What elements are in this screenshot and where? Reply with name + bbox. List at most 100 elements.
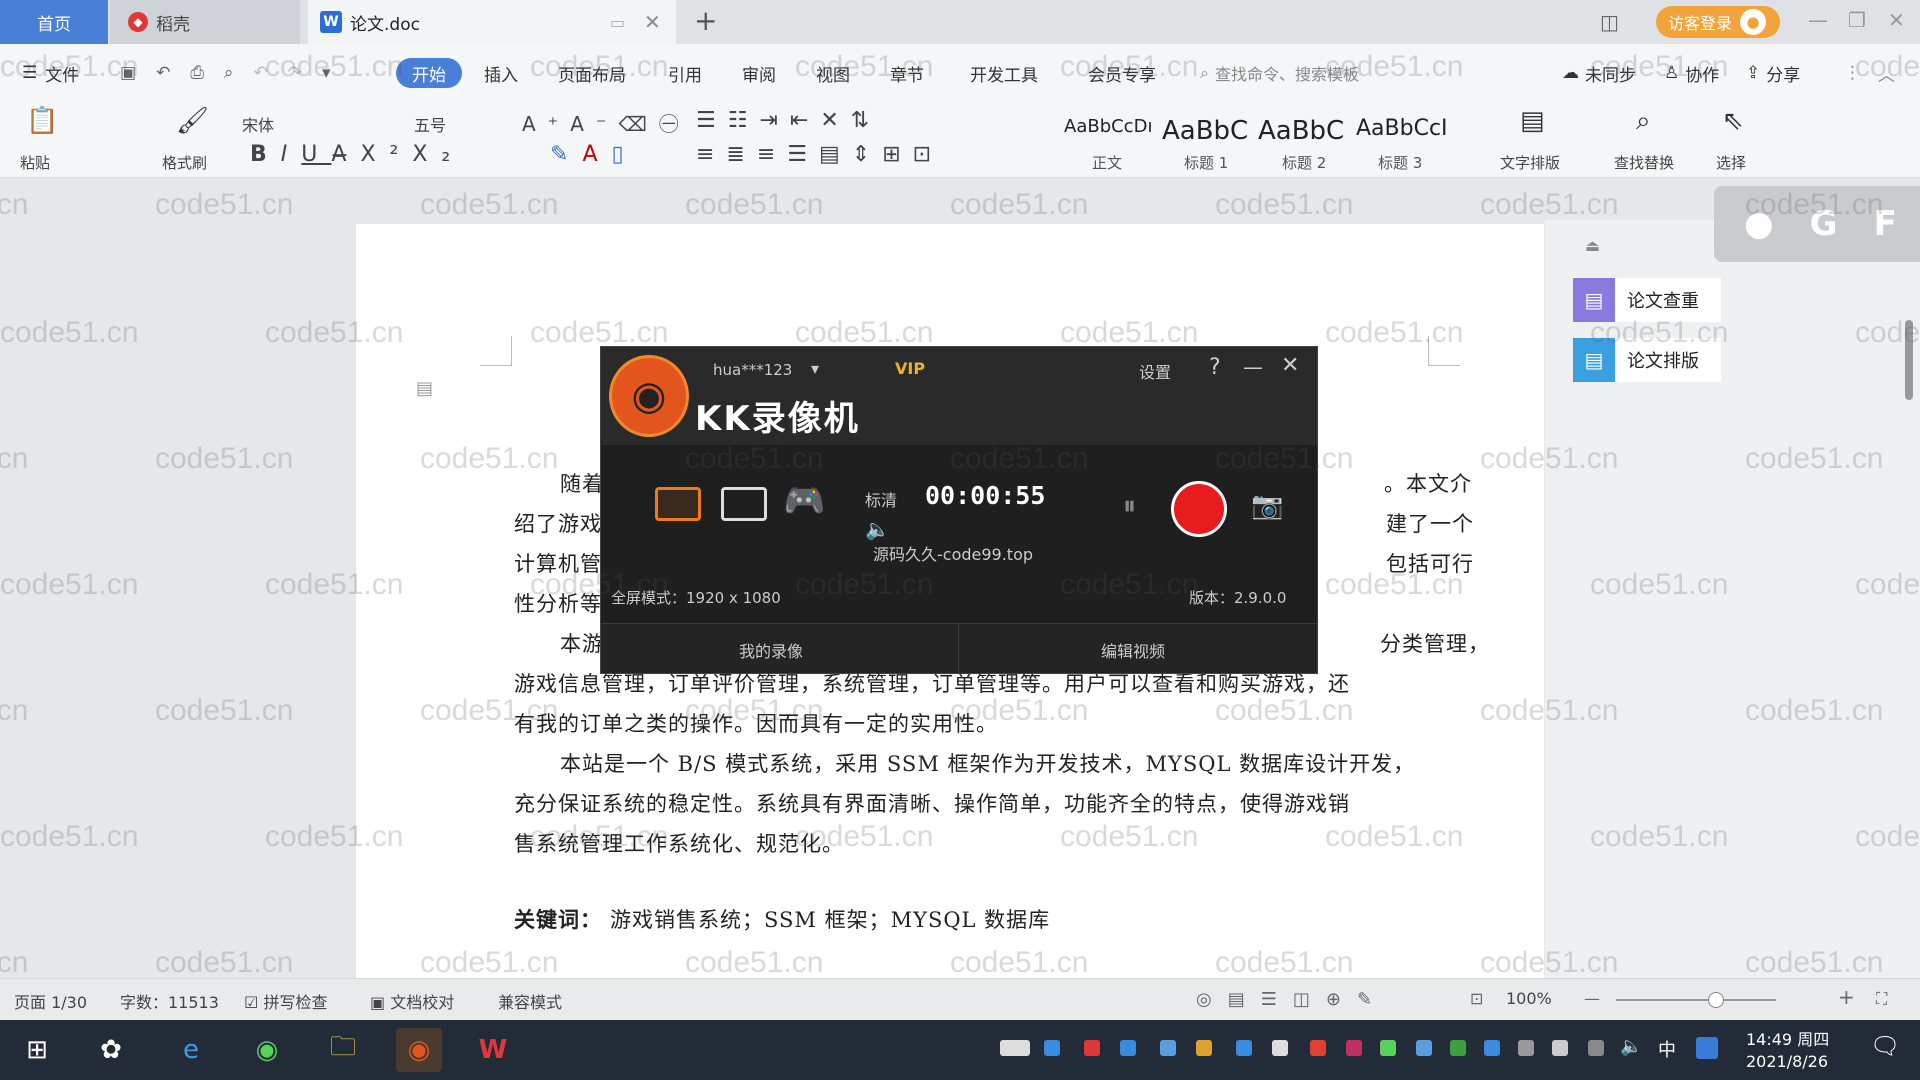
- style-preview-h3[interactable]: AaBbCcI: [1356, 116, 1448, 141]
- list-tools[interactable]: ☰☷⇥⇤✕⇅: [696, 108, 881, 133]
- find-replace-icon[interactable]: ⌕: [1636, 106, 1651, 137]
- tray-app-8-icon[interactable]: [1346, 1040, 1362, 1056]
- wps-writer-icon[interactable]: W: [470, 1028, 516, 1072]
- kk-help-button[interactable]: ?: [1209, 355, 1221, 380]
- select-icon[interactable]: ⇖: [1722, 106, 1744, 136]
- minimize-icon[interactable]: —: [1808, 8, 1828, 32]
- tray-app-1-icon[interactable]: [1044, 1040, 1060, 1056]
- zoom-slider-thumb[interactable]: [1708, 992, 1724, 1008]
- keyboard-tray-icon[interactable]: [1000, 1040, 1030, 1056]
- new-tab-button[interactable]: +: [694, 4, 717, 37]
- tray-app-6-icon[interactable]: [1272, 1040, 1288, 1056]
- kk-camera-icon[interactable]: 📷: [1251, 491, 1283, 521]
- windows-start-icon[interactable]: ⊞: [14, 1028, 60, 1072]
- menu-insert[interactable]: 插入: [484, 58, 518, 88]
- share-button[interactable]: ⇪ 分享: [1746, 58, 1800, 88]
- float-shape-icon[interactable]: ●: [1744, 204, 1774, 244]
- clock-time[interactable]: 14:49 周四: [1746, 1026, 1829, 1050]
- view-mode-icons[interactable]: ◎▤☰◫⊕✎: [1196, 989, 1388, 1010]
- style-preview-normal[interactable]: AaBbCcDı: [1064, 116, 1152, 137]
- command-search[interactable]: ⌕ 查找命令、搜索模板: [1200, 58, 1359, 88]
- menu-file[interactable]: ☰ 文件: [22, 58, 79, 88]
- print-icon[interactable]: ⎙: [190, 63, 204, 83]
- monitor-icon[interactable]: ▭: [610, 13, 625, 32]
- zoom-in-icon[interactable]: +: [1838, 985, 1855, 1009]
- kk-minimize-icon[interactable]: —: [1243, 355, 1263, 379]
- save-icon[interactable]: ▣: [120, 63, 136, 83]
- bluetooth-icon[interactable]: [1484, 1040, 1500, 1056]
- spell-check-button[interactable]: ☑ 拼写检查: [244, 989, 327, 1013]
- thesis-format-button[interactable]: ▤ 论文排版: [1573, 338, 1721, 382]
- kk-quality-select[interactable]: 标清: [865, 487, 897, 511]
- zoom-out-icon[interactable]: —: [1584, 989, 1600, 1008]
- kk-close-icon[interactable]: ✕: [1281, 353, 1299, 378]
- kk-edit-video-button[interactable]: 编辑视频: [1101, 638, 1165, 662]
- kk-user-dropdown-icon[interactable]: ▾: [811, 359, 819, 378]
- kk-username[interactable]: hua***123: [713, 361, 792, 379]
- print-preview-icon[interactable]: ⌕: [224, 63, 234, 83]
- kk-region-mode-icon[interactable]: [721, 487, 767, 521]
- paste-label[interactable]: 粘贴: [20, 152, 50, 173]
- notification-icon[interactable]: 🗨: [1870, 1032, 1900, 1060]
- display-icon[interactable]: [1552, 1040, 1568, 1056]
- text-layout-label[interactable]: 文字排版: [1500, 152, 1560, 173]
- zoom-level[interactable]: 100%: [1506, 989, 1552, 1008]
- ie-browser-icon[interactable]: e: [168, 1028, 214, 1072]
- tray-app-2-icon[interactable]: [1084, 1040, 1100, 1056]
- tab-home[interactable]: 首页: [0, 0, 108, 44]
- menu-layout[interactable]: 页面布局: [558, 58, 626, 88]
- kk-recorder-task-icon[interactable]: ◉: [396, 1028, 442, 1072]
- restore-icon[interactable]: ❐: [1848, 8, 1866, 32]
- kk-my-recordings-button[interactable]: 我的录像: [739, 638, 803, 662]
- tray-app-9-icon[interactable]: [1416, 1040, 1432, 1056]
- font-tools-row2[interactable]: BIUA̶X²X₂: [250, 142, 464, 167]
- tab-daoke[interactable]: ◆ 稻壳: [110, 0, 300, 44]
- menu-view[interactable]: 视图: [816, 58, 850, 88]
- fullscreen-icon[interactable]: ⛶: [1876, 989, 1887, 1009]
- kk-settings-button[interactable]: 设置: [1139, 359, 1171, 383]
- float-f-icon[interactable]: F: [1874, 204, 1897, 244]
- tray-app-5-icon[interactable]: [1196, 1040, 1212, 1056]
- menu-member[interactable]: 会员专享: [1088, 58, 1156, 88]
- dropdown-icon[interactable]: ▾: [322, 63, 331, 83]
- find-replace-label[interactable]: 查找替换: [1614, 152, 1674, 173]
- thesis-check-button[interactable]: ▤ 论文查重: [1573, 278, 1721, 322]
- fit-page-icon[interactable]: ⊡: [1470, 989, 1483, 1008]
- font-name-select[interactable]: 宋体: [242, 112, 274, 136]
- style-preview-h2[interactable]: AaBbC: [1258, 116, 1344, 146]
- select-label[interactable]: 选择: [1716, 152, 1746, 173]
- more-icon[interactable]: ⋮: [1844, 58, 1861, 88]
- kk-fullscreen-mode-icon[interactable]: [655, 487, 701, 521]
- volume-icon[interactable]: 🔈: [1620, 1036, 1642, 1057]
- undo-history-icon[interactable]: ↶: [156, 63, 170, 83]
- zoom-slider[interactable]: [1616, 999, 1776, 1001]
- menu-start[interactable]: 开始: [396, 58, 462, 88]
- font-size-select[interactable]: 五号: [414, 112, 446, 136]
- panel-scrollbar[interactable]: [1905, 320, 1913, 400]
- font-tools-row1[interactable]: A⁺A⁻⌫㊀: [522, 108, 691, 137]
- kk-record-button[interactable]: [1171, 481, 1227, 537]
- collab-button[interactable]: ♙ 协作: [1664, 58, 1719, 88]
- redo-icon[interactable]: ↷: [288, 63, 302, 83]
- ime-tool-icon[interactable]: [1696, 1037, 1718, 1059]
- menu-review[interactable]: 审阅: [742, 58, 776, 88]
- wechat-icon[interactable]: [1380, 1040, 1396, 1056]
- panel-collapse-icon[interactable]: ⏏: [1585, 236, 1600, 255]
- battery-icon[interactable]: [1518, 1040, 1534, 1056]
- format-painter-label[interactable]: 格式刷: [162, 152, 207, 173]
- clock-date[interactable]: 2021/8/26: [1746, 1052, 1828, 1071]
- app-360-icon[interactable]: ✿: [88, 1028, 134, 1072]
- network-icon[interactable]: [1588, 1040, 1604, 1056]
- float-g-icon[interactable]: G: [1810, 204, 1838, 244]
- format-painter-icon[interactable]: 🖌: [176, 106, 209, 136]
- undo-icon[interactable]: ↶: [253, 63, 267, 83]
- menu-reference[interactable]: 引用: [668, 58, 702, 88]
- word-count[interactable]: 字数：11513: [120, 989, 219, 1013]
- style-preview-h1[interactable]: AaBbC: [1162, 116, 1248, 146]
- menu-devtools[interactable]: 开发工具: [970, 58, 1038, 88]
- tray-app-3-icon[interactable]: [1120, 1040, 1136, 1056]
- ime-indicator[interactable]: 中: [1658, 1036, 1676, 1062]
- align-tools[interactable]: ≡≣≡☰▤⇕⊞⊡: [696, 142, 943, 167]
- sync-status[interactable]: ☁ 未同步: [1562, 58, 1636, 88]
- close-window-icon[interactable]: ✕: [1888, 8, 1905, 32]
